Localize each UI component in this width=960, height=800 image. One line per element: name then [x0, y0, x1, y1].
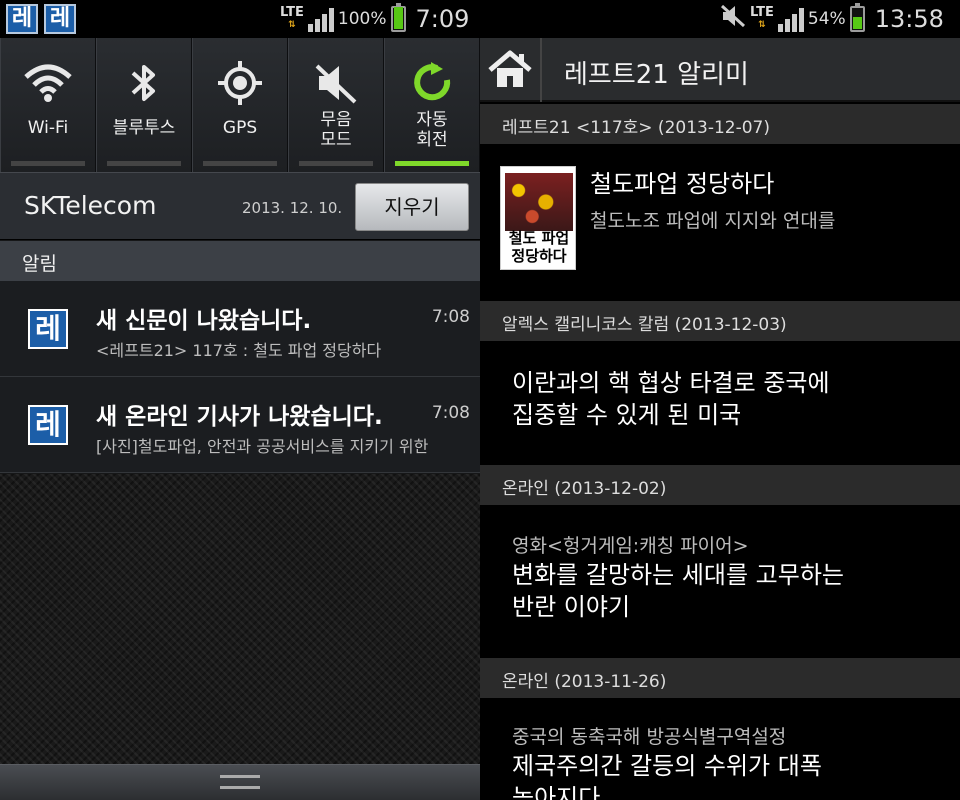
panel-background: [0, 474, 480, 764]
article-kicker: 영화<헝거게임:캐칭 파이어>: [512, 535, 749, 557]
section-header-text: 알렉스 캘리니코스 칼럼 (2013-12-03): [502, 315, 787, 335]
battery-percent: 54%: [807, 9, 846, 29]
section-label: 알림: [22, 253, 57, 275]
clock: 7:09: [415, 5, 470, 33]
quick-setting-auto-rotate[interactable]: 자동 회전: [384, 38, 480, 172]
app-notification-icon: 레: [44, 4, 76, 34]
quick-setting-label: 자동 회전: [416, 110, 448, 150]
status-bar: LTE ⇅ 54% 13:58: [480, 0, 960, 38]
status-indicators: LTE ⇅ 100% 7:09: [280, 0, 469, 38]
battery-icon: [390, 3, 406, 32]
quick-setting-mute[interactable]: 무음 모드: [288, 38, 384, 172]
carrier-name: SKTelecom: [24, 191, 157, 220]
section-header: 온라인 (2013-12-02): [480, 465, 960, 505]
gps-icon: [193, 48, 287, 118]
status-bar: 레 레 LTE ⇅ 100% 7:09: [0, 0, 480, 38]
quick-setting-wifi[interactable]: Wi-Fi: [0, 38, 96, 172]
app-icon: 레: [28, 405, 68, 445]
section-header-text: 레프트21 <117호> (2013-12-07): [502, 118, 770, 138]
auto-rotate-icon: [385, 48, 479, 118]
network-indicator: LTE ⇅: [750, 5, 774, 30]
signal-icon: [307, 6, 334, 32]
battery-icon: [849, 3, 865, 32]
section-header: 레프트21 <117호> (2013-12-07): [480, 104, 960, 144]
notification-title: 새 온라인 기사가 나왔습니다.: [96, 404, 383, 430]
notification-time: 7:08: [431, 307, 470, 327]
mute-icon: [720, 4, 746, 34]
article-item[interactable]: 영화<헝거게임:캐칭 파이어> 변화를 갈망하는 세대를 고무하는 반란 이야기: [480, 505, 960, 655]
article-title: 이란과의 핵 협상 타결로 중국에 집중할 수 있게 된 미국: [512, 369, 830, 429]
app-screen: LTE ⇅ 54% 13:58 레프트21 알리미 레프트21 <117호> (2…: [480, 0, 960, 800]
section-header: 온라인 (2013-11-26): [480, 658, 960, 698]
quick-setting-label: 무음 모드: [320, 110, 352, 150]
article-item[interactable]: 철도 파업 정당하다 철도파업 정당하다 철도노조 파업에 지지와 연대를: [480, 144, 960, 298]
app-notification-icon: 레: [6, 4, 38, 34]
notification-text: <레프트21> 117호 : 철도 파업 정당하다: [96, 341, 382, 360]
article-title: 제국주의간 갈등의 수위가 대폭 높아지다: [512, 752, 822, 800]
article-kicker: 중국의 동축국해 방공식별구역설정: [512, 726, 787, 748]
quick-setting-indicator: [11, 161, 85, 166]
notification-item[interactable]: 레 새 온라인 기사가 나왔습니다. 7:08 [사진]철도파업, 안전과 공공…: [0, 377, 480, 473]
home-icon: [488, 50, 532, 87]
quick-setting-indicator: [395, 161, 469, 166]
article-item[interactable]: 이란과의 핵 협상 타결로 중국에 집중할 수 있게 된 미국: [480, 341, 960, 463]
quick-setting-indicator: [299, 161, 373, 166]
network-indicator: LTE ⇅: [280, 5, 304, 30]
notification-header: SKTelecom 2013. 12. 10. 지우기: [0, 172, 480, 240]
section-header-text: 온라인 (2013-12-02): [502, 479, 667, 499]
app-title: 레프트21 알리미: [564, 60, 749, 90]
article-item[interactable]: 중국의 동축국해 방공식별구역설정 제국주의간 갈등의 수위가 대폭 높아지다: [480, 698, 960, 800]
grip-icon: [220, 775, 260, 789]
section-header-text: 온라인 (2013-11-26): [502, 672, 667, 692]
quick-setting-gps[interactable]: GPS: [192, 38, 288, 172]
notifications-section-header: 알림: [0, 241, 480, 281]
quick-setting-label: 블루투스: [112, 118, 176, 138]
date-label: 2013. 12. 10.: [242, 199, 343, 217]
section-header: 알렉스 캘리니코스 칼럼 (2013-12-03): [480, 301, 960, 341]
quick-settings: Wi-Fi 블루투스 GPS 무음 모드 자동 회전: [0, 38, 480, 172]
notification-item[interactable]: 레 새 신문이 나왔습니다. 7:08 <레프트21> 117호 : 철도 파업…: [0, 281, 480, 377]
clear-button[interactable]: 지우기: [355, 183, 469, 231]
cover-photo: [505, 173, 573, 231]
notification-time: 7:08: [431, 403, 470, 423]
cover-headline: 철도 파업 정당하다: [508, 229, 570, 265]
newspaper-thumbnail: 철도 파업 정당하다: [500, 166, 576, 270]
bluetooth-icon: [97, 48, 191, 118]
article-title: 철도파업 정당하다: [590, 170, 775, 198]
app-icon: 레: [28, 309, 68, 349]
drawer-handle[interactable]: [0, 764, 480, 800]
quick-setting-indicator: [107, 161, 181, 166]
mute-icon: [289, 48, 383, 118]
home-button[interactable]: [480, 38, 542, 102]
clock: 13:58: [874, 5, 944, 33]
app-bar: 레프트21 알리미: [480, 38, 960, 102]
quick-setting-label: GPS: [222, 118, 258, 138]
quick-setting-bluetooth[interactable]: 블루투스: [96, 38, 192, 172]
quick-setting-indicator: [203, 161, 277, 166]
battery-percent: 100%: [337, 9, 387, 29]
notification-text: [사진]철도파업, 안전과 공공서비스를 지키기 위한: [96, 437, 429, 456]
wifi-icon: [1, 48, 95, 118]
quick-setting-label: Wi-Fi: [27, 118, 69, 138]
article-subtitle: 철도노조 파업에 지지와 연대를: [590, 210, 836, 232]
article-title: 변화를 갈망하는 세대를 고무하는 반란 이야기: [512, 561, 845, 621]
signal-icon: [777, 6, 804, 32]
notification-panel: 레 레 LTE ⇅ 100% 7:09 Wi-Fi 블루투스 GPS 무음 모드…: [0, 0, 480, 800]
notification-title: 새 신문이 나왔습니다.: [96, 308, 312, 334]
status-indicators: LTE ⇅ 54% 13:58: [720, 0, 944, 38]
